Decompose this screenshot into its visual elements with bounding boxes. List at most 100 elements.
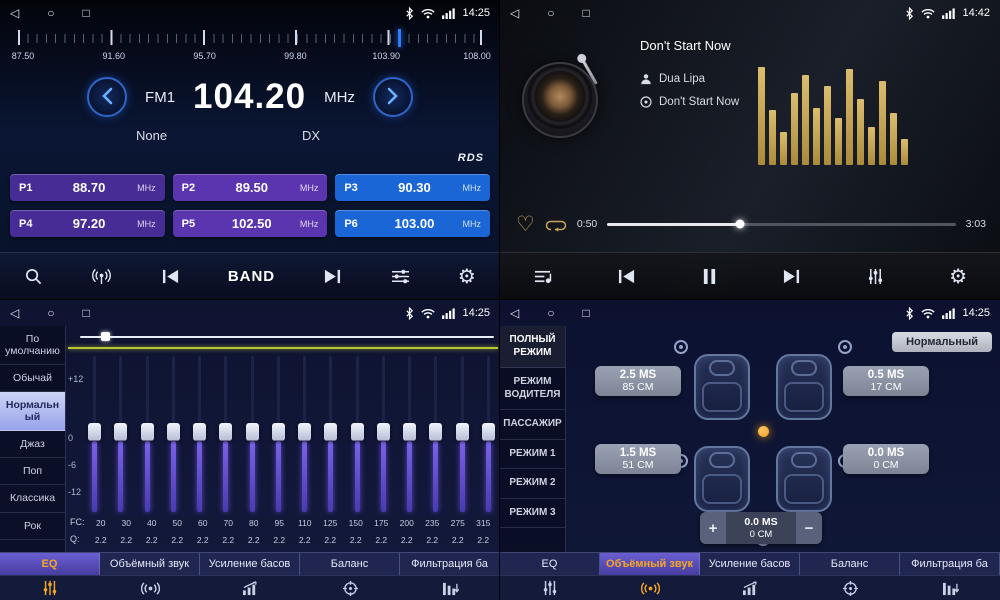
tune-up-button[interactable] xyxy=(373,77,413,117)
previous-station-icon[interactable] xyxy=(161,268,180,285)
eq-icon[interactable] xyxy=(0,576,100,600)
repeat-icon[interactable] xyxy=(545,217,567,232)
bass-boost-icon[interactable] xyxy=(200,576,300,600)
audio-tab[interactable]: EQ xyxy=(0,553,100,575)
home-icon[interactable]: ○ xyxy=(47,307,54,319)
eq-preset-item[interactable]: Поп xyxy=(0,458,65,485)
back-icon[interactable]: ◁ xyxy=(510,7,519,19)
playlist-icon[interactable] xyxy=(533,268,552,285)
settings-gear-icon[interactable]: ⚙ xyxy=(458,267,476,287)
progress-bar[interactable] xyxy=(607,223,955,226)
eq-band-slider[interactable] xyxy=(246,356,260,512)
next-station-icon[interactable] xyxy=(323,268,342,285)
surround-icon[interactable] xyxy=(600,576,700,600)
audio-settings-icon[interactable] xyxy=(391,268,410,285)
recents-icon[interactable]: □ xyxy=(82,307,89,319)
surround-mode-item[interactable]: РЕЖИМ 2 xyxy=(500,469,565,499)
filter-icon[interactable] xyxy=(900,576,1000,600)
preset-button-p6[interactable]: P6103.00MHz xyxy=(335,210,490,237)
previous-track-icon[interactable] xyxy=(617,268,636,285)
bass-boost-icon[interactable] xyxy=(700,576,800,600)
master-slider-track[interactable] xyxy=(80,336,494,338)
radio-broadcast-icon[interactable] xyxy=(91,268,112,285)
eq-band-slider[interactable] xyxy=(88,356,102,512)
surround-icon[interactable] xyxy=(100,576,200,600)
eq-preset-item[interactable]: Обычай xyxy=(0,365,65,392)
next-track-icon[interactable] xyxy=(782,268,801,285)
eq-band-slider[interactable] xyxy=(167,356,181,512)
eq-band-slider[interactable] xyxy=(324,356,338,512)
eq-band-slider[interactable] xyxy=(429,356,443,512)
delay-front-right-button[interactable]: 0.5 MS 17 CM xyxy=(843,366,929,396)
preset-button-p5[interactable]: P5102.50MHz xyxy=(173,210,328,237)
delay-rear-left-button[interactable]: 1.5 MS 51 CM xyxy=(595,444,681,474)
recents-icon[interactable]: □ xyxy=(582,307,589,319)
frequency-ruler[interactable]: 87.5091.6095.7099.80103.90108.00 xyxy=(18,28,482,72)
surround-mode-item[interactable]: РЕЖИМ ВОДИТЕЛЯ xyxy=(500,368,565,410)
slider-handle[interactable] xyxy=(298,423,311,441)
balance-icon[interactable] xyxy=(300,576,400,600)
slider-handle[interactable] xyxy=(377,423,390,441)
surround-mode-item[interactable]: РЕЖИМ 3 xyxy=(500,499,565,529)
audio-tab[interactable]: Баланс xyxy=(300,553,400,575)
audio-tab[interactable]: Объёмный звук xyxy=(600,553,700,575)
slider-handle[interactable] xyxy=(429,423,442,441)
audio-tab[interactable]: Фильтрация ба xyxy=(900,553,1000,575)
filter-icon[interactable] xyxy=(400,576,500,600)
eq-band-slider[interactable] xyxy=(298,356,312,512)
settings-gear-icon[interactable]: ⚙ xyxy=(949,267,967,287)
eq-band-slider[interactable] xyxy=(141,356,155,512)
delay-rear-right-button[interactable]: 0.0 MS 0 CM xyxy=(843,444,929,474)
slider-handle[interactable] xyxy=(246,423,259,441)
home-icon[interactable]: ○ xyxy=(47,7,54,19)
slider-handle[interactable] xyxy=(272,423,285,441)
slider-handle[interactable] xyxy=(141,423,154,441)
listener-position-dot[interactable] xyxy=(758,426,769,437)
back-icon[interactable]: ◁ xyxy=(10,7,19,19)
slider-handle[interactable] xyxy=(88,423,101,441)
tune-down-button[interactable] xyxy=(87,77,127,117)
slider-handle[interactable] xyxy=(482,423,495,441)
eq-band-slider[interactable] xyxy=(272,356,286,512)
eq-preset-item[interactable]: Классика xyxy=(0,485,65,512)
eq-preset-item[interactable]: Джаз xyxy=(0,431,65,458)
slider-handle[interactable] xyxy=(114,423,127,441)
slider-handle[interactable] xyxy=(456,423,469,441)
surround-mode-item[interactable]: РЕЖИМ 1 xyxy=(500,440,565,470)
equalizer-icon[interactable] xyxy=(867,268,884,285)
eq-band-slider[interactable] xyxy=(114,356,128,512)
favorite-heart-icon[interactable]: ♡ xyxy=(516,214,535,235)
eq-band-slider[interactable] xyxy=(482,356,496,512)
eq-band-slider[interactable] xyxy=(403,356,417,512)
delay-front-left-button[interactable]: 2.5 MS 85 CM xyxy=(595,366,681,396)
balance-icon[interactable] xyxy=(800,576,900,600)
back-icon[interactable]: ◁ xyxy=(510,307,519,319)
preset-button-p1[interactable]: P188.70MHz xyxy=(10,174,165,201)
home-icon[interactable]: ○ xyxy=(547,7,554,19)
pause-icon[interactable] xyxy=(702,268,717,285)
master-slider-handle[interactable] xyxy=(101,332,110,341)
scan-stations-icon[interactable] xyxy=(24,267,43,286)
increase-delay-button[interactable]: + xyxy=(700,512,726,544)
slider-handle[interactable] xyxy=(167,423,180,441)
slider-handle[interactable] xyxy=(403,423,416,441)
eq-band-slider[interactable] xyxy=(193,356,207,512)
preset-button-p3[interactable]: P390.30MHz xyxy=(335,174,490,201)
audio-tab[interactable]: Фильтрация ба xyxy=(400,553,500,575)
eq-preset-item[interactable]: Нормальный xyxy=(0,392,65,431)
audio-tab[interactable]: Объёмный звук xyxy=(100,553,200,575)
progress-knob[interactable] xyxy=(735,220,744,229)
eq-band-slider[interactable] xyxy=(377,356,391,512)
audio-tab[interactable]: Усиление басов xyxy=(200,553,300,575)
slider-handle[interactable] xyxy=(219,423,232,441)
decrease-delay-button[interactable]: − xyxy=(796,512,822,544)
eq-band-slider[interactable] xyxy=(456,356,470,512)
eq-band-slider[interactable] xyxy=(219,356,233,512)
slider-handle[interactable] xyxy=(351,423,364,441)
eq-preset-item[interactable]: По умолчанию xyxy=(0,326,65,365)
band-button[interactable]: BAND xyxy=(228,268,275,285)
profile-button[interactable]: Нормальный xyxy=(892,332,992,352)
back-icon[interactable]: ◁ xyxy=(10,307,19,319)
slider-handle[interactable] xyxy=(324,423,337,441)
slider-handle[interactable] xyxy=(193,423,206,441)
